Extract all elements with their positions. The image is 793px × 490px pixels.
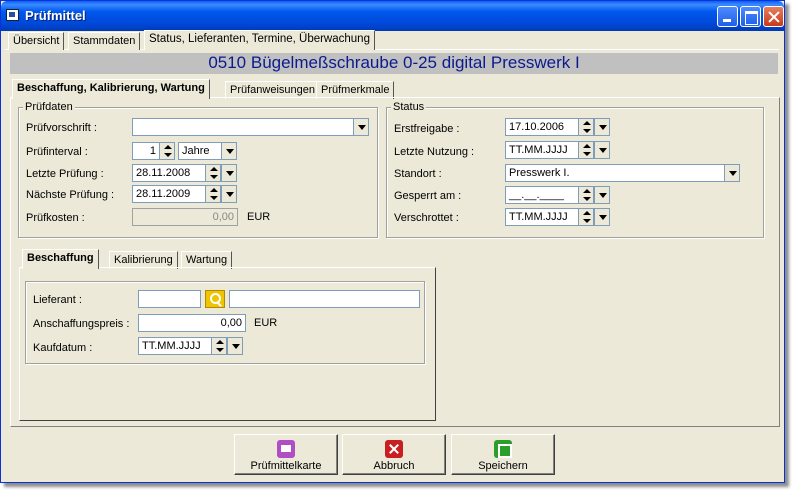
- gesperrt-label: Gesperrt am :: [394, 190, 462, 202]
- verschrottet-label: Verschrottet :: [394, 212, 459, 224]
- gesperrt-calendar-icon[interactable]: [594, 186, 610, 204]
- pruefkosten-input: 0,00: [132, 208, 238, 226]
- window-title: Prüfmittel: [25, 8, 86, 23]
- tab-beschaffung-kalibrierung-wartung[interactable]: Beschaffung, Kalibrierung, Wartung: [12, 79, 210, 99]
- tab-beschaffung[interactable]: Beschaffung: [22, 249, 99, 269]
- pruefvorschrift-dropdown-icon[interactable]: [353, 118, 369, 136]
- kaufdatum-input[interactable]: TT.MM.JJJJ: [138, 337, 212, 355]
- letzte-nutzung-input[interactable]: TT.MM.JJJJ: [505, 141, 579, 159]
- pruefdaten-title: Prüfdaten: [23, 101, 75, 113]
- print-icon: [277, 440, 295, 458]
- minimize-button[interactable]: [717, 6, 738, 27]
- title-bar[interactable]: Prüfmittel: [1, 1, 784, 31]
- close-button[interactable]: [763, 6, 784, 27]
- abbruch-label: Abbruch: [373, 460, 415, 472]
- interval-unit-dropdown-icon[interactable]: [221, 142, 237, 160]
- pruefvorschrift-select[interactable]: [132, 118, 354, 136]
- letzte-pruefung-label: Letzte Prüfung :: [26, 168, 104, 180]
- anschaffungspreis-label: Anschaffungspreis :: [33, 318, 130, 330]
- letzte-nutzung-calendar-icon[interactable]: [594, 141, 610, 159]
- naechste-pruefung-label: Nächste Prüfung :: [26, 189, 115, 201]
- erstfreigabe-input[interactable]: 17.10.2006: [505, 118, 579, 136]
- verschrottet-spinner-icon[interactable]: [578, 208, 594, 226]
- naechste-pruefung-calendar-icon[interactable]: [221, 185, 237, 203]
- pruefkosten-unit: EUR: [247, 211, 271, 223]
- abbruch-button[interactable]: Abbruch: [342, 434, 446, 475]
- standort-label: Standort :: [394, 168, 442, 180]
- erstfreigabe-spinner-icon[interactable]: [578, 118, 594, 136]
- app-icon: [6, 9, 19, 21]
- main-window: Prüfmittel Übersicht Stammdaten Status, …: [0, 0, 785, 483]
- naechste-pruefung-input[interactable]: 28.11.2009: [132, 185, 206, 203]
- cancel-icon: [385, 440, 403, 458]
- pruefvorschrift-label: Prüfvorschrift :: [26, 122, 97, 134]
- naechste-pruefung-spinner-icon[interactable]: [205, 185, 221, 203]
- pruefinterval-spinner-icon[interactable]: [159, 142, 175, 160]
- kaufdatum-calendar-icon[interactable]: [227, 337, 243, 355]
- gesperrt-spinner-icon[interactable]: [578, 186, 594, 204]
- lieferant-name-input[interactable]: [229, 290, 420, 308]
- letzte-nutzung-label: Letzte Nutzung :: [394, 146, 475, 158]
- tab-uebersicht[interactable]: Übersicht: [8, 32, 65, 50]
- pruefmittelkarte-button[interactable]: Prüfmittelkarte: [234, 434, 338, 475]
- kaufdatum-spinner-icon[interactable]: [211, 337, 227, 355]
- maximize-button[interactable]: [740, 6, 761, 27]
- tab-stammdaten[interactable]: Stammdaten: [68, 32, 141, 50]
- anschaffungspreis-unit: EUR: [254, 317, 278, 329]
- pruefkosten-label: Prüfkosten :: [26, 212, 85, 224]
- gesperrt-input[interactable]: __.__.____: [505, 186, 579, 204]
- erstfreigabe-calendar-icon[interactable]: [594, 118, 610, 136]
- standort-select[interactable]: Presswerk I.: [505, 164, 725, 182]
- verschrottet-input[interactable]: TT.MM.JJJJ: [505, 208, 579, 226]
- interval-unit-select[interactable]: Jahre: [178, 142, 222, 160]
- kaufdatum-label: Kaufdatum :: [33, 342, 93, 354]
- speichern-button[interactable]: Speichern: [451, 434, 555, 475]
- search-icon[interactable]: [205, 290, 225, 308]
- pruefinterval-label: Prüfinterval :: [26, 146, 88, 158]
- lieferant-label: Lieferant :: [33, 294, 82, 306]
- pruefinterval-input[interactable]: 1: [132, 142, 160, 160]
- status-title: Status: [391, 101, 427, 113]
- speichern-label: Speichern: [478, 460, 528, 472]
- pruefmittelkarte-label: Prüfmittelkarte: [250, 460, 322, 472]
- tab-status-lieferanten[interactable]: Status, Lieferanten, Termine, Überwachun…: [144, 30, 375, 50]
- lieferant-code-input[interactable]: [138, 290, 201, 308]
- erstfreigabe-label: Erstfreigabe :: [394, 123, 460, 135]
- save-icon: [494, 440, 512, 458]
- letzte-nutzung-spinner-icon[interactable]: [578, 141, 594, 159]
- letzte-pruefung-calendar-icon[interactable]: [221, 164, 237, 182]
- letzte-pruefung-input[interactable]: 28.11.2008: [132, 164, 206, 182]
- letzte-pruefung-spinner-icon[interactable]: [205, 164, 221, 182]
- anschaffungspreis-input[interactable]: 0,00: [138, 314, 246, 332]
- verschrottet-calendar-icon[interactable]: [594, 208, 610, 226]
- standort-dropdown-icon[interactable]: [724, 164, 740, 182]
- item-header: 0510 Bügelmeßschraube 0-25 digital Press…: [10, 53, 778, 74]
